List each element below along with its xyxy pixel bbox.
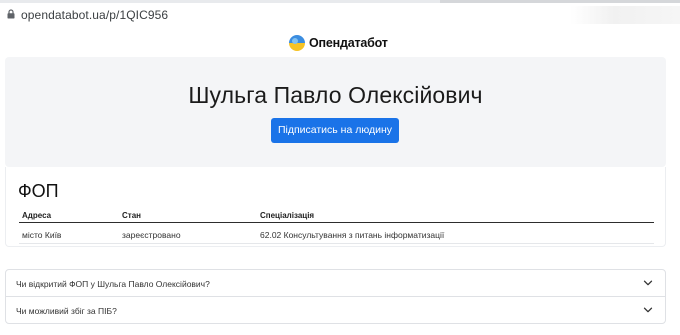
chevron-down-icon [643,280,653,286]
table-header: Адреса Стан Спеціалізація [19,208,654,223]
subscribe-button[interactable]: Підписатись на людину [271,118,399,143]
column-header-specialization: Спеціалізація [260,211,315,220]
person-name: Шульга Павло Олексійович [188,82,483,108]
faq-question: Чи можливий збіг за ПІБ? [16,306,117,316]
cell-specialization: 62.02 Консультування з питань інформатиз… [260,230,445,240]
column-header-status: Стан [122,211,141,220]
cell-status: зареєстровано [122,230,181,240]
browser-tab-strip-right [440,0,680,3]
cell-address: місто Київ [22,230,62,240]
faq-question: Чи відкритий ФОП у Шульга Павло Олексійо… [16,279,210,289]
table-row: місто Київ зареєстровано 62.02 Консульту… [19,223,654,244]
faq-item-name-match[interactable]: Чи можливий збіг за ПІБ? [5,296,666,324]
address-url[interactable]: opendatabot.ua/p/1QIC956 [21,8,168,22]
browser-address-bar[interactable]: opendatabot.ua/p/1QIC956 [0,0,680,28]
faq-item-fop-open[interactable]: Чи відкритий ФОП у Шульга Павло Олексійо… [5,269,666,297]
person-header: Шульга Павло Олексійович Підписатись на … [5,57,666,167]
site-logo[interactable]: Опендатабот [289,34,388,52]
fop-title: ФОП [18,181,59,201]
lock-icon [7,9,15,19]
logo-mark-icon [289,35,305,51]
address-bar-fade [570,6,680,24]
chevron-down-icon [643,307,653,313]
fop-table: Адреса Стан Спеціалізація місто Київ зар… [19,208,654,244]
column-header-address: Адреса [22,211,52,220]
logo-name: Опендатабот [309,36,388,50]
fop-section: ФОП Адреса Стан Спеціалізація місто Київ… [5,167,666,247]
